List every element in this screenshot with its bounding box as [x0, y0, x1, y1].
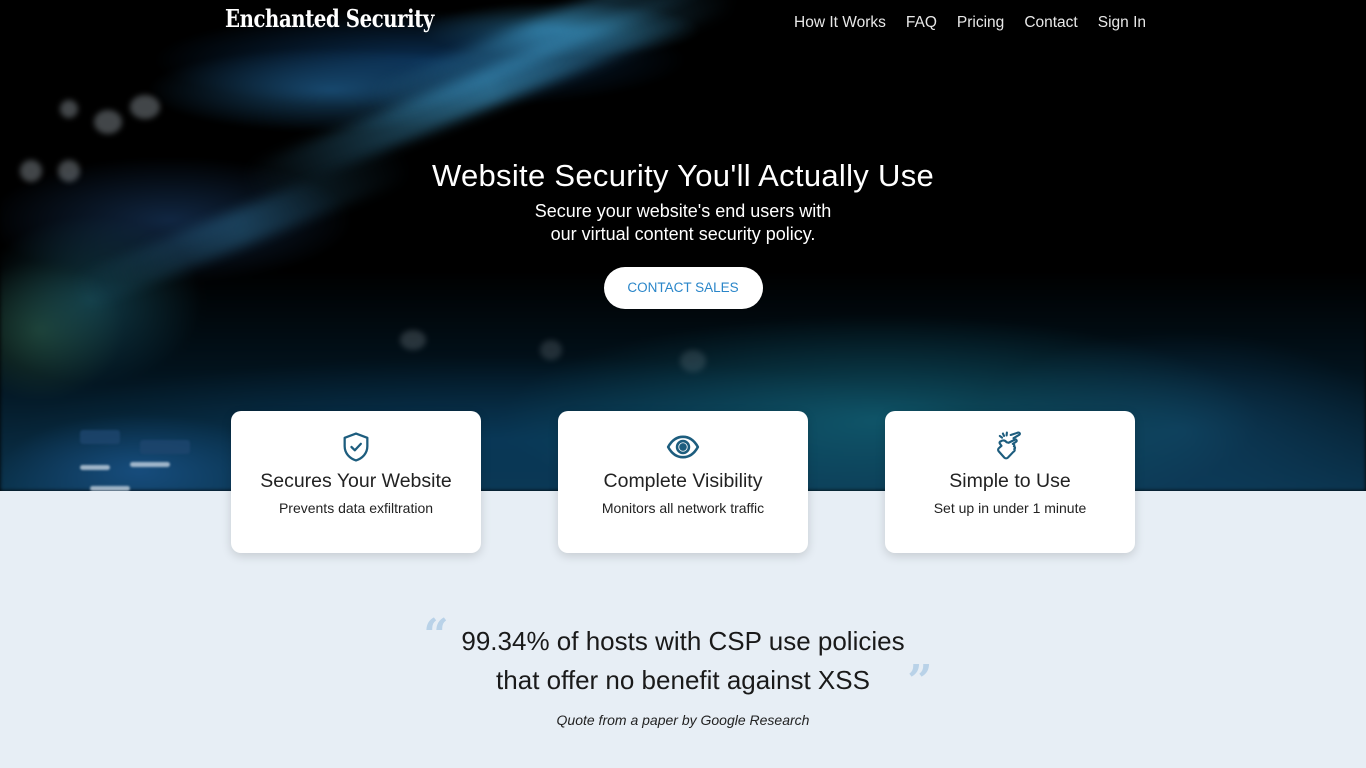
keyboard-key [80, 430, 120, 444]
bokeh-light [60, 100, 78, 118]
quote-text: “ 99.34% of hosts with CSP use policies … [423, 614, 932, 704]
feature-title: Secures Your Website [260, 470, 452, 492]
keyboard-key [140, 440, 190, 454]
quote-line2: that offer no benefit against XSS [496, 665, 870, 695]
open-quote-icon: “ [423, 610, 449, 661]
bokeh-light [540, 340, 562, 360]
quote-line1: 99.34% of hosts with CSP use policies [461, 626, 905, 656]
bokeh-light [94, 110, 122, 134]
nav-links: How It Works FAQ Pricing Contact Sign In [794, 14, 1146, 32]
hero-subtitle: Secure your website's end users with our… [0, 200, 1366, 246]
hero-subtitle-line1: Secure your website's end users with [534, 201, 832, 221]
keyboard-key [80, 465, 110, 470]
brand-logo[interactable]: Enchanted Security [225, 4, 434, 33]
top-navigation: Enchanted Security How It Works FAQ Pric… [0, 0, 1366, 48]
feature-description: Prevents data exfiltration [278, 500, 434, 516]
keyboard-key [130, 462, 170, 467]
bokeh-light [130, 95, 160, 119]
nav-how-it-works[interactable]: How It Works [794, 14, 886, 32]
nav-contact[interactable]: Contact [1024, 14, 1077, 32]
hero-title: Website Security You'll Actually Use [431, 158, 935, 193]
feature-description: Monitors all network traffic [601, 500, 765, 516]
feature-card-simple: Simple to Use Set up in under 1 minute [885, 411, 1135, 553]
keyboard-key [90, 486, 130, 491]
nav-faq[interactable]: FAQ [906, 14, 937, 32]
feature-cards: Secures Your Website Prevents data exfil… [231, 411, 1135, 553]
quote-source: Quote from a paper by Google Research [556, 712, 810, 728]
bokeh-light [400, 330, 426, 350]
feature-title: Complete Visibility [603, 470, 763, 492]
close-quote-icon: ” [907, 656, 933, 707]
feature-card-secures: Secures Your Website Prevents data exfil… [231, 411, 481, 553]
eye-icon [558, 429, 808, 465]
finger-snap-icon [885, 429, 1135, 465]
bokeh-light [680, 350, 706, 372]
hero-subtitle-line2: our virtual content security policy. [550, 224, 816, 244]
shield-check-icon [231, 429, 481, 465]
nav-pricing[interactable]: Pricing [957, 14, 1004, 32]
feature-description: Set up in under 1 minute [933, 500, 1087, 516]
contact-sales-button[interactable]: CONTACT SALES [603, 267, 763, 309]
feature-title: Simple to Use [949, 470, 1071, 492]
nav-sign-in[interactable]: Sign In [1098, 14, 1146, 32]
testimonial-quote: “ 99.34% of hosts with CSP use policies … [0, 614, 1366, 729]
hero-content: Website Security You'll Actually Use Sec… [0, 158, 1366, 309]
feature-card-visibility: Complete Visibility Monitors all network… [558, 411, 808, 553]
